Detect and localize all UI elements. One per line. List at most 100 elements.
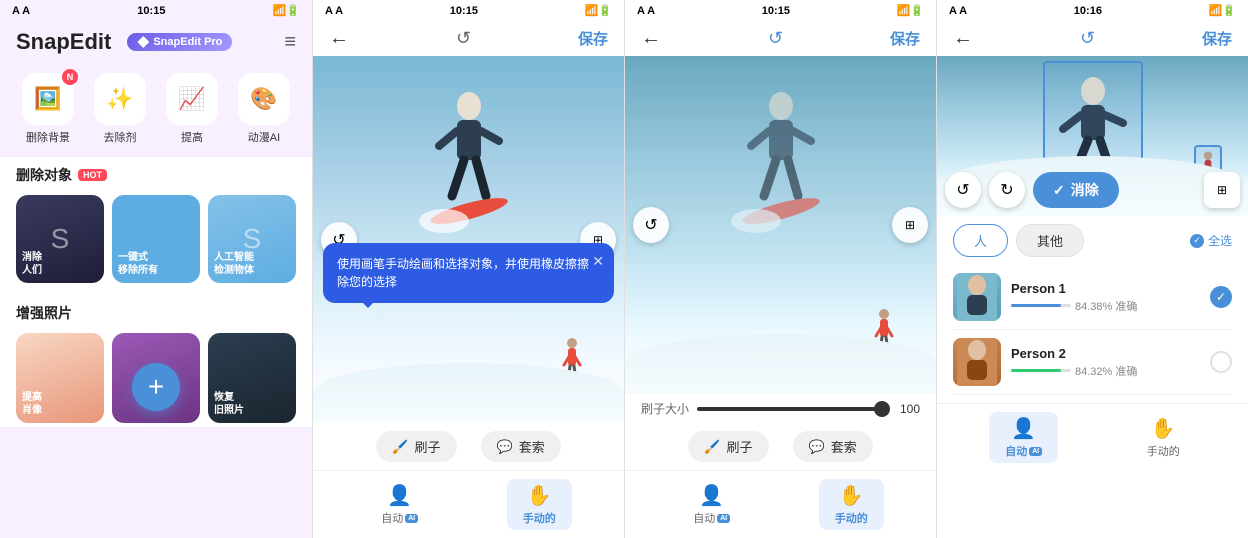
delete-check-icon: ✓ [1053, 182, 1065, 199]
brush-icon-2: 🖌️ [392, 439, 408, 455]
person-confidence-2: 84.32% 准确 [1011, 363, 1200, 379]
canvas-compare-btn-3[interactable]: ⊞ [892, 207, 928, 243]
ai-badge-2: AI [405, 514, 418, 523]
status-right-1: 📶🔋 [273, 4, 300, 17]
enhance-section-title: 增强照片 [0, 295, 312, 329]
tool-anime[interactable]: 🎨 动漫AI [232, 73, 296, 145]
lasso-button-3[interactable]: 💬 套索 [793, 431, 873, 462]
editor-canvas-4: ↺ ↻ ✓ 消除 ⊞ [937, 56, 1248, 216]
remove-all-card[interactable]: 一键式移除所有 [112, 195, 200, 283]
canvas-right-buttons-3: ⊞ [892, 207, 928, 243]
person-check-2[interactable] [1210, 351, 1232, 373]
tab-manual-3[interactable]: ✋ 手动的 [819, 479, 884, 530]
save-button-4[interactable]: 保存 [1202, 28, 1232, 49]
select-all-btn[interactable]: ✓ 全选 [1190, 232, 1232, 249]
person-thumb-2 [953, 338, 1001, 386]
hot-badge: HOT [78, 169, 107, 181]
tab-manual-label-4: 手动的 [1147, 443, 1180, 459]
app-title: SnapEdit [16, 29, 111, 55]
tab-auto-icon-4: 👤 [1011, 416, 1036, 441]
save-button-3[interactable]: 保存 [890, 28, 920, 49]
tab-manual-icon-2: ✋ [527, 483, 552, 508]
canvas-undo-btn-3[interactable]: ↺ [633, 207, 669, 243]
brush-slider[interactable] [697, 407, 882, 411]
menu-icon[interactable]: ≡ [284, 31, 296, 54]
editor-panel-3: A A 10:15 📶🔋 ← ↺ 保存 [624, 0, 936, 538]
tab-people[interactable]: 人 [953, 224, 1008, 257]
tab-other[interactable]: 其他 [1016, 224, 1084, 257]
tab-manual-2[interactable]: ✋ 手动的 [507, 479, 572, 530]
status-bar-1: A A 10:15 📶🔋 [0, 0, 312, 21]
status-time-2: 10:15 [450, 5, 478, 17]
back-button-3[interactable]: ← [641, 27, 661, 50]
remove-people-label: 消除人们 [22, 251, 42, 277]
person-info-1: Person 1 84.38% 准确 [1011, 281, 1200, 314]
undo-button-3[interactable]: ↺ [768, 28, 783, 49]
tooltip-close-icon[interactable]: ✕ [592, 251, 604, 272]
tab-auto-icon-2: 👤 [387, 483, 412, 508]
tool-remover[interactable]: ✨ 去除剂 [88, 73, 152, 145]
canvas-compare-btn-4[interactable]: ⊞ [1204, 172, 1240, 208]
canvas-left-buttons-3: ↺ [633, 207, 669, 243]
person-item-1[interactable]: Person 1 84.38% 准确 ✓ [953, 265, 1232, 330]
tool-label-enhance: 提高 [181, 129, 203, 145]
lasso-button-2[interactable]: 💬 套索 [481, 431, 561, 462]
canvas-action-buttons-4: ↺ ↻ ✓ 消除 [945, 172, 1119, 208]
person-name-1: Person 1 [1011, 281, 1200, 296]
delete-button-4[interactable]: ✓ 消除 [1033, 172, 1119, 208]
snow-terrain-2 [313, 363, 624, 423]
person-confidence-1: 84.38% 准确 [1011, 298, 1200, 314]
editor-canvas-3: ↺ ⊞ [625, 56, 936, 394]
brush-label-2: 刷子 [414, 437, 440, 456]
tool-icon-enhance: 📈 [166, 73, 218, 125]
canvas-redo-btn-4[interactable]: ↻ [989, 172, 1025, 208]
editor-panel-4: A A 10:16 📶🔋 ← ↺ 保存 [936, 0, 1248, 538]
undo-button-4[interactable]: ↺ [1080, 28, 1095, 49]
tool-enhance[interactable]: 📈 提高 [160, 73, 224, 145]
snowboarder-figure-3 [726, 66, 836, 266]
detect-label: 人工智能检测物体 [214, 251, 254, 277]
tab-auto-2[interactable]: 👤 自动 AI [365, 479, 434, 530]
restore-photo-card[interactable]: 恢复旧照片 [208, 333, 296, 423]
undo-button-2[interactable]: ↺ [456, 28, 471, 49]
tab-manual-4[interactable]: ✋ 手动的 [1131, 412, 1196, 463]
tab-auto-3[interactable]: 👤 自动 AI [677, 479, 746, 530]
tool-remove-bg[interactable]: 🖼️ N 删除背景 [16, 73, 80, 145]
back-button-2[interactable]: ← [329, 27, 349, 50]
pro-badge[interactable]: SnapEdit Pro [127, 33, 232, 51]
slider-thumb[interactable] [874, 401, 890, 417]
status-right-2: 📶🔋 [585, 4, 612, 17]
enhance-portrait-card[interactable]: 提高肖像 [16, 333, 104, 423]
editor-canvas-2: 使用画笔手动绘画和选择对象，并使用橡皮擦擦除您的选择 ✕ ↺ ⊞ [313, 56, 624, 423]
brush-button-3[interactable]: 🖌️ 刷子 [688, 431, 768, 462]
person-thumb-1 [953, 273, 1001, 321]
restore-photo-label: 恢复旧照片 [214, 391, 244, 417]
brush-button-2[interactable]: 🖌️ 刷子 [376, 431, 456, 462]
back-button-4[interactable]: ← [953, 27, 973, 50]
people-panel: 人 其他 ✓ 全选 [937, 216, 1248, 403]
editor-toolbar-3: ← ↺ 保存 [625, 21, 936, 56]
tool-icon-anime: 🎨 [238, 73, 290, 125]
bottom-tabs-2: 👤 自动 AI ✋ 手动的 [313, 470, 624, 538]
tab-auto-label-2: 自动 [381, 510, 403, 526]
detect-object-card[interactable]: S 人工智能检测物体 [208, 195, 296, 283]
remove-people-card[interactable]: S 消除人们 [16, 195, 104, 283]
remove-people-icon: S [51, 223, 70, 255]
snowboard-bg-3 [625, 56, 936, 394]
tab-auto-4[interactable]: 👤 自动 AI [989, 412, 1058, 463]
pro-label: SnapEdit Pro [153, 36, 222, 48]
app-header: SnapEdit SnapEdit Pro ≡ [0, 21, 312, 65]
person-item-2[interactable]: Person 2 84.32% 准确 [953, 330, 1232, 395]
app-home-panel: A A 10:15 📶🔋 SnapEdit SnapEdit Pro ≡ 🖼️ … [0, 0, 312, 538]
tab-manual-label-2: 手动的 [523, 510, 556, 526]
fab-button[interactable]: + [132, 363, 180, 411]
remove-all-label: 一键式移除所有 [118, 251, 158, 277]
canvas-undo-btn-4[interactable]: ↺ [945, 172, 981, 208]
person-check-1[interactable]: ✓ [1210, 286, 1232, 308]
brush-icon-3: 🖌️ [704, 439, 720, 455]
lasso-label-2: 套索 [519, 437, 545, 456]
ai-badge-4: AI [1029, 447, 1042, 456]
tab-manual-icon-3: ✋ [839, 483, 864, 508]
save-button-2[interactable]: 保存 [578, 28, 608, 49]
bottom-tabs-4: 👤 自动 AI ✋ 手动的 [937, 403, 1248, 471]
